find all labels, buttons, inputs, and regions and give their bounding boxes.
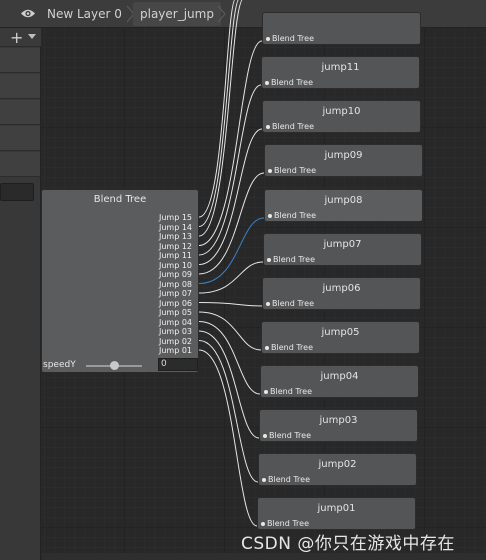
child-node-title: jump07 xyxy=(323,239,362,250)
blend-tree-port-label: Jump 07 xyxy=(158,289,192,298)
blend-tree-port-label: Jump 13 xyxy=(158,232,192,241)
child-node-jump01[interactable]: jump01 Blend Tree xyxy=(257,497,416,530)
child-node-title: jump10 xyxy=(322,106,361,117)
child-node-jump09[interactable]: jump09 Blend Tree xyxy=(264,144,423,177)
child-node-title: jump06 xyxy=(322,283,361,294)
child-node-title: jump02 xyxy=(318,459,357,470)
connection-wire xyxy=(198,40,263,246)
child-node-title: jump03 xyxy=(319,415,358,426)
child-node-subtitle: Blend Tree xyxy=(274,211,316,220)
input-port-dot xyxy=(265,346,269,350)
connection-wire xyxy=(198,261,264,294)
child-node-jump06[interactable]: jump06 Blend Tree xyxy=(262,277,421,310)
parameter-label: speedY xyxy=(43,360,76,370)
connection-wire xyxy=(198,330,260,439)
child-node-subtitle: Blend Tree xyxy=(269,431,311,440)
blend-tree-port-label: Jump 14 xyxy=(158,222,192,232)
blend-tree-port-label: Jump 01 xyxy=(158,346,192,355)
blend-tree-port-label: Jump 02 xyxy=(158,336,192,346)
child-node-subtitle: Blend Tree xyxy=(267,519,309,528)
connection-wire xyxy=(198,349,258,527)
input-port-dot xyxy=(266,37,270,41)
blend-tree-node[interactable]: Blend Tree Jump 15 Jump 14 Jump 13 Jump 12 J… xyxy=(41,189,199,373)
connection-wire xyxy=(198,84,262,256)
blend-tree-port-label: Jump 05 xyxy=(158,308,192,317)
child-node-partial[interactable]: Blend Tree xyxy=(262,12,421,45)
blend-tree-port-label: Jump 10 xyxy=(158,260,192,270)
child-node-jump03[interactable]: jump03 Blend Tree xyxy=(259,409,418,442)
child-node-subtitle: Blend Tree xyxy=(272,122,314,131)
child-node-jump07[interactable]: jump07 Blend Tree xyxy=(263,233,422,266)
child-node-jump02[interactable]: jump02 Blend Tree xyxy=(258,453,417,486)
child-node-subtitle: Blend Tree xyxy=(270,387,312,396)
child-node-subtitle: Blend Tree xyxy=(268,475,310,484)
child-node-title: jump05 xyxy=(321,327,360,338)
child-node-title: jump04 xyxy=(320,371,359,382)
input-port-dot xyxy=(261,522,265,526)
blend-tree-port-label: Jump 08 xyxy=(158,279,192,289)
connection-wire xyxy=(198,321,261,395)
child-node-subtitle: Blend Tree xyxy=(274,166,316,175)
child-node-subtitle: Blend Tree xyxy=(271,78,313,87)
parameter-value-field[interactable]: 0 xyxy=(158,358,198,371)
child-node-subtitle: Blend Tree xyxy=(272,299,314,308)
input-port-dot xyxy=(266,125,270,129)
child-node-jump11[interactable]: jump11 Blend Tree xyxy=(261,56,420,89)
child-node-subtitle: Blend Tree xyxy=(273,255,315,264)
blend-tree-title: Blend Tree xyxy=(93,194,147,205)
blend-tree-port-label: Jump 11 xyxy=(158,251,192,260)
child-node-title: jump01 xyxy=(317,503,356,514)
input-port-dot xyxy=(268,169,272,173)
input-port-dot xyxy=(264,390,268,394)
blend-tree-port-label: Jump 09 xyxy=(158,270,192,279)
child-node-subtitle: Blend Tree xyxy=(271,343,313,352)
input-port-dot xyxy=(266,302,270,306)
child-node-jump10[interactable]: jump10 Blend Tree xyxy=(262,100,421,133)
input-port-dot xyxy=(265,81,269,85)
input-port-dot xyxy=(267,258,271,262)
connection-wire xyxy=(198,302,263,307)
watermark: CSDN @你只在游戏中存在 xyxy=(241,534,455,554)
connection-wire xyxy=(198,0,243,237)
blend-tree-port-label: Jump 12 xyxy=(158,241,192,251)
connection-wire xyxy=(198,172,265,275)
connection-wire xyxy=(198,340,259,483)
blend-tree-port-label: Jump 06 xyxy=(158,298,192,308)
connection-wire xyxy=(198,0,236,218)
child-node-jump04[interactable]: jump04 Blend Tree xyxy=(260,365,419,398)
connection-wire xyxy=(198,0,239,227)
slider-thumb[interactable] xyxy=(110,361,119,370)
input-port-dot xyxy=(262,478,266,482)
blend-tree-port-label: Jump 04 xyxy=(158,317,192,327)
child-node-title: jump08 xyxy=(324,195,363,206)
child-node-jump05[interactable]: jump05 Blend Tree xyxy=(261,321,420,354)
child-node-subtitle: Blend Tree xyxy=(272,34,314,43)
blend-tree-port-label: Jump 15 xyxy=(158,213,192,222)
child-node-title: jump11 xyxy=(321,62,360,73)
child-node-title: jump09 xyxy=(324,150,363,161)
child-node-jump08[interactable]: jump08 Blend Tree xyxy=(264,189,423,222)
blend-tree-port-label: Jump 03 xyxy=(158,327,192,336)
input-port-dot xyxy=(268,214,272,218)
input-port-dot xyxy=(263,434,267,438)
